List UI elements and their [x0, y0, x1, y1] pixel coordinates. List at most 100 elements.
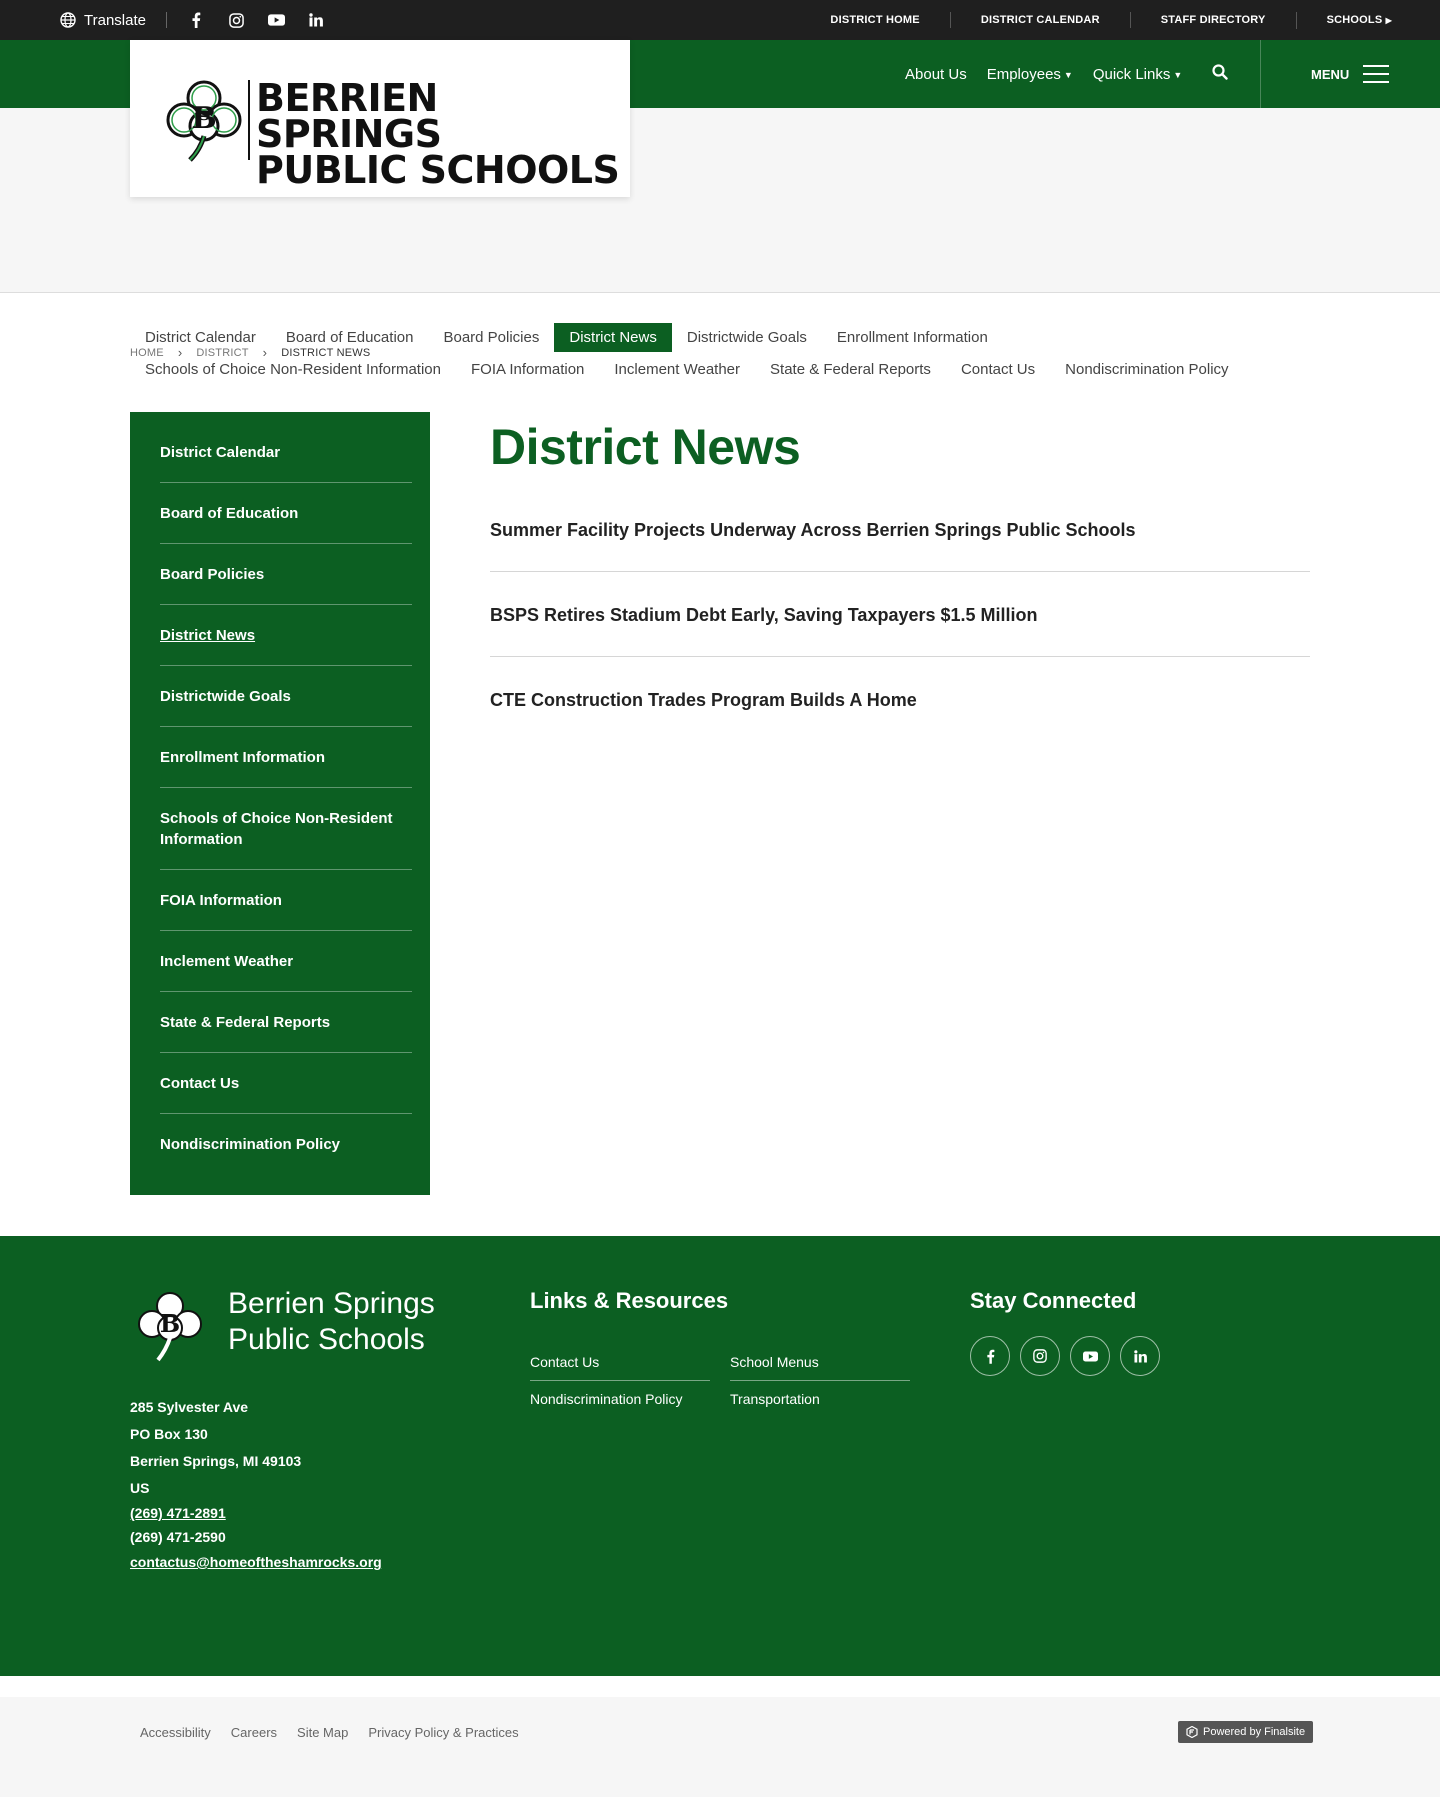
shamrock-logo-icon: B	[138, 1292, 202, 1362]
page-title: District News	[490, 419, 801, 475]
nav-employees[interactable]: Employees ▼	[987, 66, 1073, 83]
youtube-icon[interactable]	[1070, 1336, 1110, 1376]
sidebar-item-inclement-weather[interactable]: Inclement Weather	[160, 931, 412, 992]
logo-line-1: BERRIEN SPRINGS	[256, 76, 442, 156]
menu-button[interactable]: MENU	[1311, 40, 1390, 108]
legal-bar: Accessibility Careers Site Map Privacy P…	[0, 1697, 1440, 1797]
footer-links: Contact Us School Menus Nondiscriminatio…	[530, 1344, 910, 1417]
breadcrumb-home[interactable]: HOME	[130, 347, 164, 359]
instagram-icon[interactable]	[1020, 1336, 1060, 1376]
sidebar-item-board-of-education[interactable]: Board of Education	[160, 483, 412, 544]
site-map-link[interactable]: Site Map	[297, 1725, 348, 1740]
logo-divider	[248, 80, 250, 160]
address-city: Berrien Springs, MI 49103	[130, 1453, 302, 1469]
careers-link[interactable]: Careers	[231, 1725, 277, 1740]
subnav-districtwide-goals[interactable]: Districtwide Goals	[672, 323, 822, 352]
phone-link[interactable]: (269) 471-2891	[130, 1502, 382, 1524]
district-calendar-link[interactable]: DISTRICT CALENDAR	[949, 12, 1130, 28]
main-nav: About Us Employees ▼ Quick Links ▼	[905, 40, 1182, 108]
sidebar-item-district-news[interactable]: District News	[160, 605, 412, 666]
footer-address: 285 Sylvester Ave PO Box 130 Berrien Spr…	[130, 1394, 382, 1573]
address-pobox: PO Box 130	[130, 1426, 208, 1442]
nav-quick-links-label: Quick Links	[1092, 65, 1171, 83]
news-item[interactable]: Summer Facility Projects Underway Across…	[490, 520, 1310, 572]
sidebar-item-contact-us[interactable]: Contact Us	[160, 1053, 412, 1114]
links-heading: Links & Resources	[530, 1288, 729, 1313]
divider	[166, 12, 167, 28]
footer-school-name: Berrien Springs Public Schools	[228, 1286, 435, 1358]
caret-down-icon: ▼	[1063, 69, 1073, 80]
news-item[interactable]: BSPS Retires Stadium Debt Early, Saving …	[490, 605, 1310, 657]
utility-bar: Translate DISTRICT HOME DISTRICT CALENDA…	[0, 0, 1440, 40]
divider	[1260, 40, 1261, 108]
breadcrumb-district[interactable]: DISTRICT	[196, 347, 248, 359]
linkedin-icon[interactable]	[1120, 1336, 1160, 1376]
linkedin-icon[interactable]	[304, 0, 328, 40]
youtube-icon[interactable]	[264, 0, 288, 40]
subnav-contact-us[interactable]: Contact Us	[946, 355, 1050, 384]
chevron-right-icon: ›	[177, 345, 183, 360]
nav-about-us[interactable]: About Us	[905, 66, 967, 83]
news-item[interactable]: CTE Construction Trades Program Builds A…	[490, 690, 1310, 741]
breadcrumb-current: DISTRICT NEWS	[281, 346, 371, 359]
finalsite-icon	[1186, 1726, 1198, 1738]
district-home-link[interactable]: DISTRICT HOME	[800, 12, 949, 28]
chevron-right-icon: ›	[262, 345, 268, 360]
logo-text: BERRIEN SPRINGS PUBLIC SCHOOLS	[256, 76, 630, 192]
main-content: District News Summer Facility Projects U…	[490, 412, 1310, 774]
subnav-district-news[interactable]: District News	[554, 322, 672, 352]
email-link[interactable]: contactus@homeoftheshamrocks.org	[130, 1551, 382, 1573]
nav-employees-label: Employees	[986, 65, 1061, 83]
facebook-icon[interactable]	[970, 1336, 1010, 1376]
facebook-icon[interactable]	[184, 0, 208, 40]
powered-by-badge[interactable]: Powered by Finalsite	[1178, 1721, 1314, 1743]
sidebar-item-districtwide-goals[interactable]: Districtwide Goals	[160, 666, 412, 727]
translate-button[interactable]: Translate	[60, 0, 146, 40]
powered-by-label: Powered by Finalsite	[1203, 1726, 1306, 1738]
subnav-enrollment-information[interactable]: Enrollment Information	[822, 323, 1003, 352]
privacy-policy-link[interactable]: Privacy Policy & Practices	[368, 1725, 518, 1740]
footer-link-transportation[interactable]: Transportation	[730, 1381, 910, 1417]
translate-label: Translate	[84, 11, 146, 29]
subnav-state-federal-reports[interactable]: State & Federal Reports	[755, 355, 946, 384]
footer-name-line-1: Berrien Springs	[228, 1287, 435, 1320]
subnav-nondiscrimination-policy[interactable]: Nondiscrimination Policy	[1050, 355, 1243, 384]
sidebar-item-board-policies[interactable]: Board Policies	[160, 544, 412, 605]
sidebar-item-foia-information[interactable]: FOIA Information	[160, 870, 412, 931]
footer-link-school-menus[interactable]: School Menus	[730, 1344, 910, 1381]
breadcrumb: HOME › DISTRICT › DISTRICT NEWS	[130, 345, 370, 360]
caret-down-icon: ▼	[1173, 69, 1183, 80]
footer-link-contact-us[interactable]: Contact Us	[530, 1344, 710, 1381]
footer-socials	[970, 1336, 1160, 1376]
sidebar-item-district-calendar[interactable]: District Calendar	[160, 422, 412, 483]
schools-dropdown[interactable]: SCHOOLS ▶	[1295, 11, 1392, 29]
svg-text:S: S	[198, 104, 211, 125]
footer-link-nondiscrimination-policy[interactable]: Nondiscrimination Policy	[530, 1381, 710, 1417]
address-country: US	[130, 1480, 150, 1496]
sidebar-item-enrollment-information[interactable]: Enrollment Information	[160, 727, 412, 788]
subnav-inclement-weather[interactable]: Inclement Weather	[599, 355, 755, 384]
site-footer: B Berrien Springs Public Schools 285 Syl…	[0, 1236, 1440, 1676]
schools-label: SCHOOLS	[1326, 13, 1383, 26]
logo-line-2: PUBLIC SCHOOLS	[256, 148, 620, 192]
subnav-foia-information[interactable]: FOIA Information	[456, 355, 599, 384]
accessibility-link[interactable]: Accessibility	[140, 1725, 211, 1740]
sidebar-nav: District Calendar Board of Education Boa…	[130, 412, 430, 1195]
fax-number: (269) 471-2590	[130, 1529, 226, 1545]
staff-directory-link[interactable]: STAFF DIRECTORY	[1129, 12, 1296, 28]
shamrock-logo-icon: B S	[166, 80, 242, 162]
hamburger-icon	[1363, 65, 1390, 83]
subnav-board-policies[interactable]: Board Policies	[428, 323, 554, 352]
site-logo[interactable]: B S BERRIEN SPRINGS PUBLIC SCHOOLS	[130, 40, 630, 197]
search-icon[interactable]	[1212, 64, 1232, 84]
connect-heading: Stay Connected	[970, 1288, 1137, 1313]
utility-links: DISTRICT HOME DISTRICT CALENDAR STAFF DI…	[800, 0, 1392, 40]
nav-quick-links[interactable]: Quick Links ▼	[1093, 66, 1182, 83]
caret-right-icon: ▶	[1385, 15, 1392, 25]
sidebar-item-schools-of-choice[interactable]: Schools of Choice Non-Resident Informati…	[160, 788, 412, 870]
news-list: Summer Facility Projects Underway Across…	[490, 520, 1310, 741]
instagram-icon[interactable]	[224, 0, 248, 40]
sidebar-item-nondiscrimination-policy[interactable]: Nondiscrimination Policy	[160, 1114, 412, 1174]
menu-label: MENU	[1311, 66, 1350, 82]
sidebar-item-state-federal-reports[interactable]: State & Federal Reports	[160, 992, 412, 1053]
